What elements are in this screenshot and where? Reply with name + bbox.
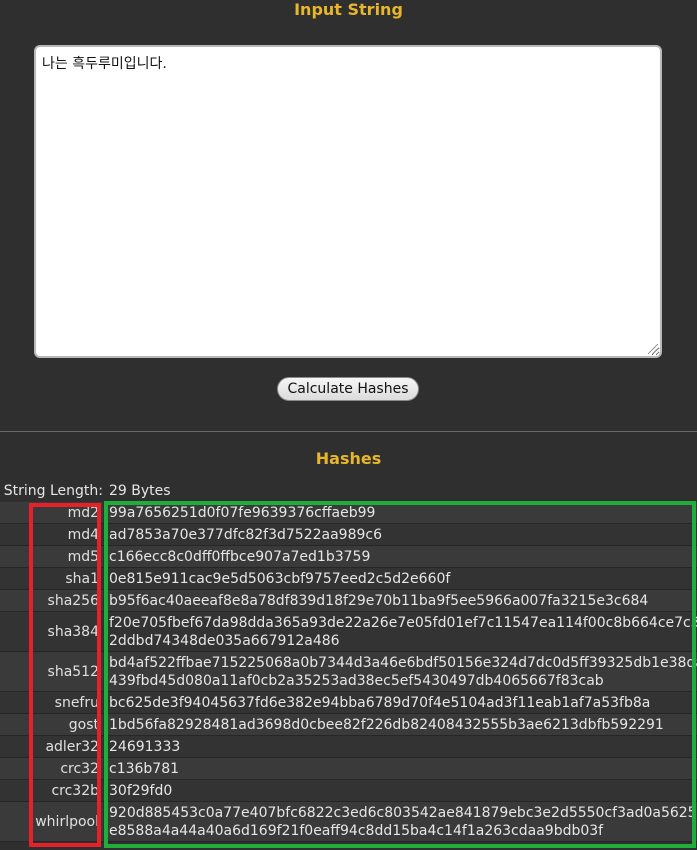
hash-row-sha1: sha1 0e815e911cac9e5d5063cbf9757eed2c5d2… <box>0 568 697 590</box>
hash-value: 0e815e911cac9e5d5063cbf9757eed2c5d2e660f <box>105 568 697 589</box>
hash-value: f20e705fbef67da98dda365a93de22a26e7e05fd… <box>105 612 697 651</box>
hash-value: c166ecc8c0dff0ffbce907a7ed1b3759 <box>105 546 697 567</box>
input-string-heading: Input String <box>294 0 403 19</box>
hash-value: b95f6ac40aeeaf8e8a78df839d18f29e70b11ba9… <box>105 590 697 611</box>
hash-calculator-page: Input String 나는 흑두루미입니다. Calculate Hashe… <box>0 0 697 850</box>
hash-name: md5 <box>0 546 103 567</box>
hash-value: 920d885453c0a77e407bfc6822c3ed6c803542ae… <box>105 802 697 841</box>
hash-row-snefru: snefru bc625de3f94045637fd6e382e94bba678… <box>0 692 697 714</box>
hash-results-table: md2 99a7656251d0f07fe9639376cffaeb99 md4… <box>0 502 697 842</box>
hash-value: 30f29fd0 <box>105 780 697 801</box>
hash-name: md4 <box>0 524 103 545</box>
hash-value: c136b781 <box>105 758 697 779</box>
hash-row-whirlpool: whirlpool 920d885453c0a77e407bfc6822c3ed… <box>0 802 697 842</box>
hash-row-md5: md5 c166ecc8c0dff0ffbce907a7ed1b3759 <box>0 546 697 568</box>
hash-value: 99a7656251d0f07fe9639376cffaeb99 <box>105 502 697 523</box>
hash-name: sha1 <box>0 568 103 589</box>
hash-row-sha384: sha384 f20e705fbef67da98dda365a93de22a26… <box>0 612 697 652</box>
hash-value: bd4af522ffbae715225068a0b7344d3a46e6bdf5… <box>105 652 697 691</box>
string-length-value: 29 Bytes <box>109 483 171 499</box>
hash-name: adler32 <box>0 736 103 757</box>
input-string-textarea[interactable]: 나는 흑두루미입니다. <box>34 45 662 358</box>
hash-name: crc32 <box>0 758 103 779</box>
hash-name: gost <box>0 714 103 735</box>
hash-row-sha256: sha256 b95f6ac40aeeaf8e8a78df839d18f29e7… <box>0 590 697 612</box>
hash-row-gost: gost 1bd56fa82928481ad3698d0cbee82f226db… <box>0 714 697 736</box>
hashes-heading: Hashes <box>315 449 382 468</box>
hash-name: sha384 <box>0 612 103 651</box>
hash-name: sha512 <box>0 652 103 691</box>
string-length-label: String Length: <box>3 483 103 499</box>
hash-value: 24691333 <box>105 736 697 757</box>
hash-name: whirlpool <box>0 802 103 841</box>
hash-row-md2: md2 99a7656251d0f07fe9639376cffaeb99 <box>0 502 697 524</box>
string-length-row: String Length: 29 Bytes <box>0 481 697 501</box>
hash-row-sha512: sha512 bd4af522ffbae715225068a0b7344d3a4… <box>0 652 697 692</box>
hash-value: bc625de3f94045637fd6e382e94bba6789d70f4e… <box>105 692 697 713</box>
section-divider <box>0 431 697 432</box>
hash-name: snefru <box>0 692 103 713</box>
hash-row-crc32b: crc32b 30f29fd0 <box>0 780 697 802</box>
hash-row-crc32: crc32 c136b781 <box>0 758 697 780</box>
hash-row-adler32: adler32 24691333 <box>0 736 697 758</box>
hash-name: crc32b <box>0 780 103 801</box>
hash-value: ad7853a70e377dfc82f3d7522aa989c6 <box>105 524 697 545</box>
hash-row-md4: md4 ad7853a70e377dfc82f3d7522aa989c6 <box>0 524 697 546</box>
calculate-hashes-button[interactable]: Calculate Hashes <box>277 377 419 401</box>
hash-name: md2 <box>0 502 103 523</box>
hash-value: 1bd56fa82928481ad3698d0cbee82f226db82408… <box>105 714 697 735</box>
hash-name: sha256 <box>0 590 103 611</box>
